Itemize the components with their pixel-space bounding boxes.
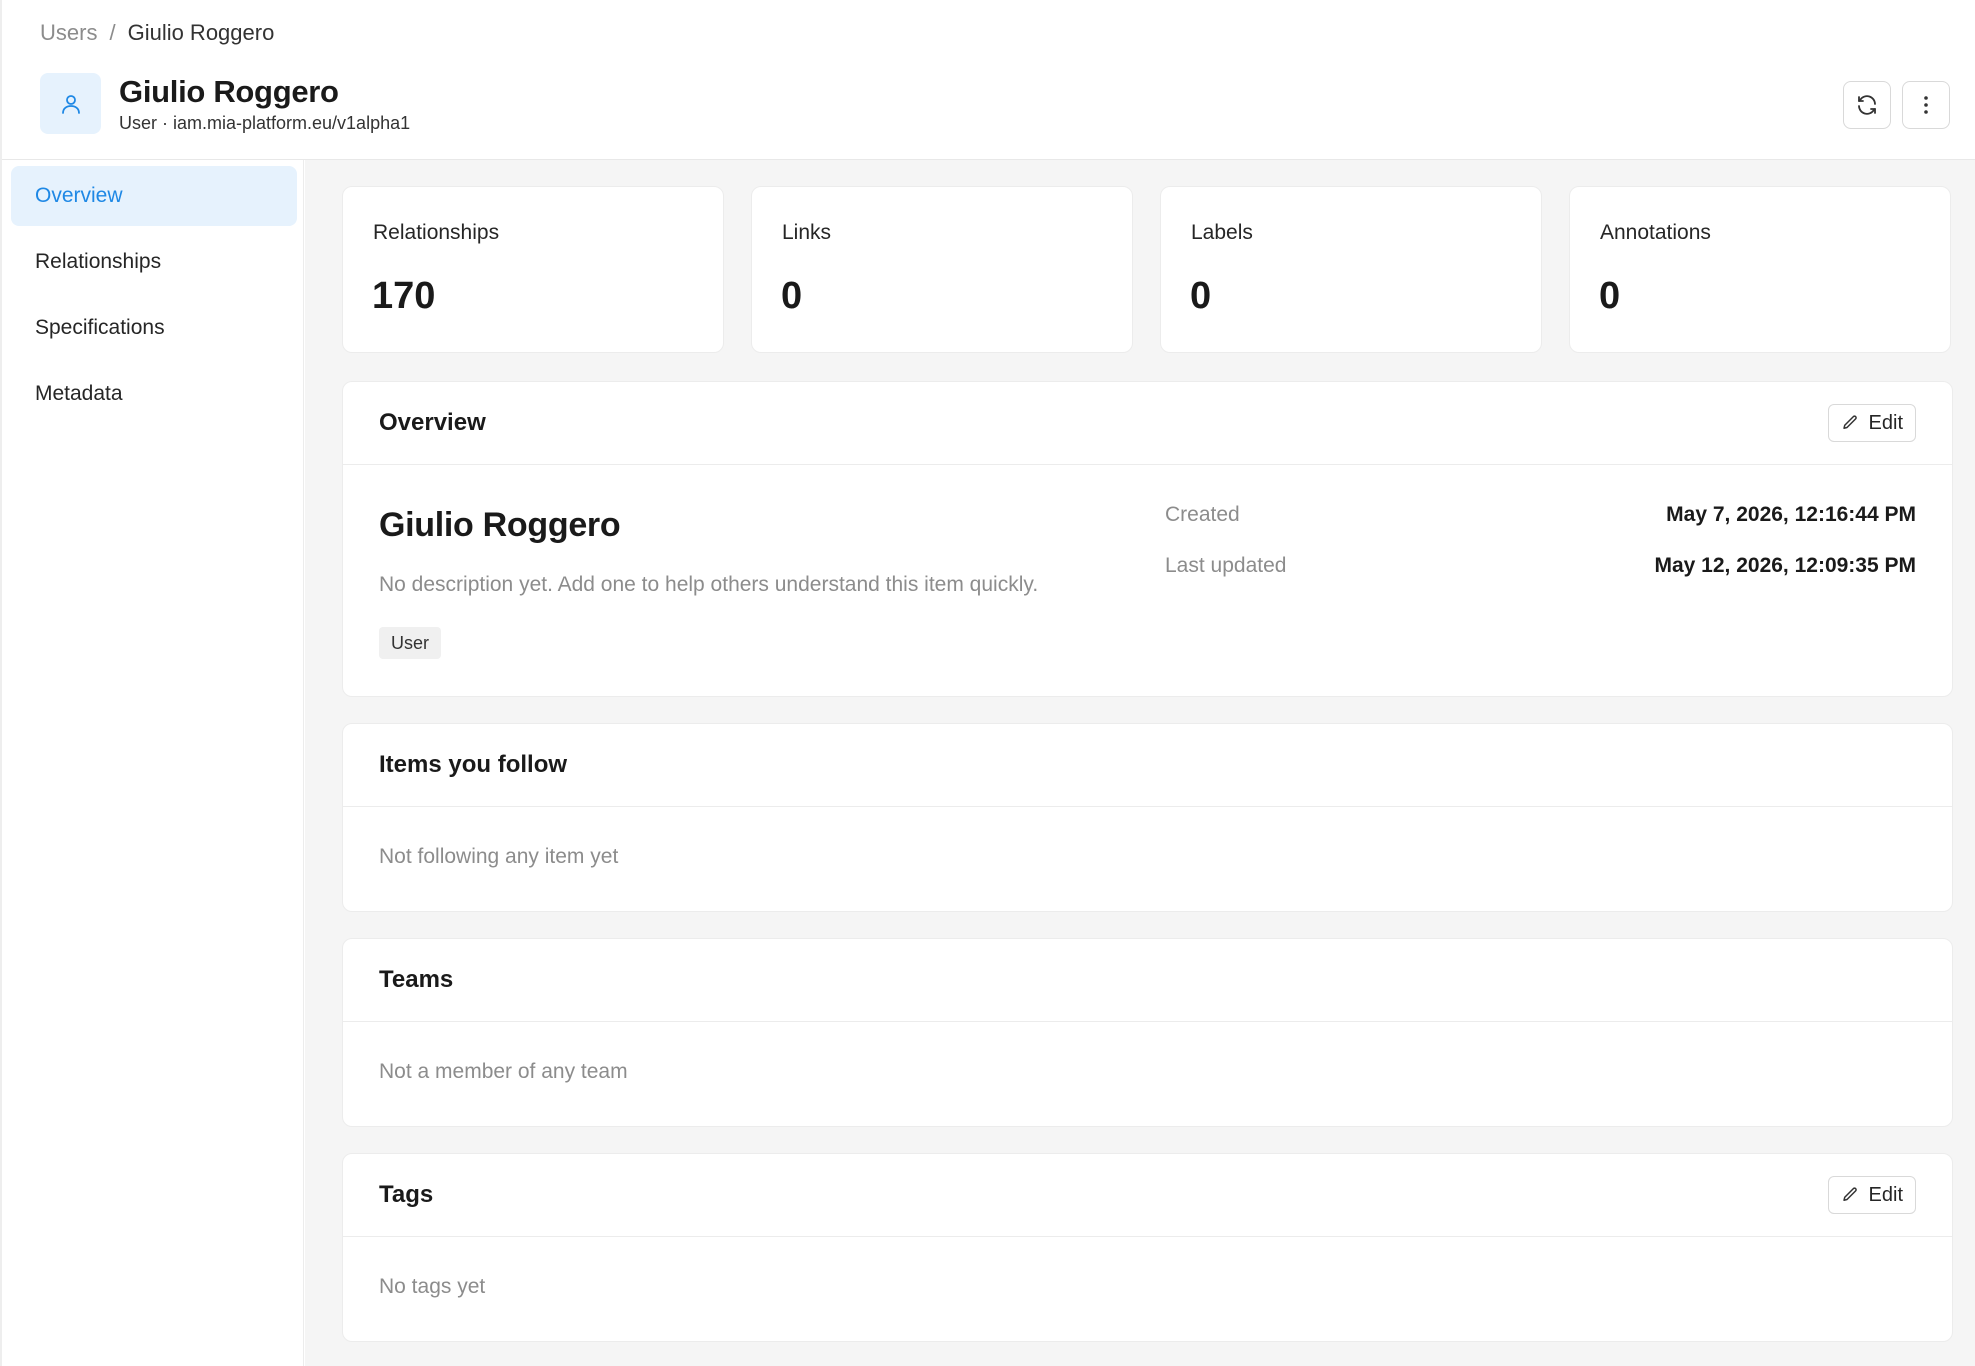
tags-panel: Tags Edit No tags yet [342, 1153, 1953, 1342]
pencil-icon [1842, 415, 1857, 429]
sidebar: Overview Relationships Specifications Me… [2, 160, 304, 1366]
breadcrumb: Users / Giulio Roggero [40, 20, 274, 46]
more-actions-button[interactable] [1902, 81, 1950, 129]
breadcrumb-current: Giulio Roggero [127, 20, 275, 45]
entity-description: No description yet. Add one to help othe… [379, 573, 1039, 596]
following-panel: Items you follow Not following any item … [342, 723, 1953, 912]
main-content: Relationships 170 Links 0 Labels 0 Annot… [305, 160, 1975, 1366]
stat-card-relationships: Relationships 170 [342, 186, 724, 353]
entity-name: Giulio Roggero [379, 506, 621, 544]
panel-header: Items you follow [343, 724, 1952, 807]
sidebar-item-metadata[interactable]: Metadata [11, 364, 297, 424]
panel-title: Items you follow [379, 751, 568, 778]
empty-state-text: Not a member of any team [379, 1060, 628, 1083]
panel-title: Tags [379, 1181, 434, 1208]
page-header: Users / Giulio Roggero Giulio Roggero Us… [2, 0, 1975, 160]
refresh-icon [1858, 95, 1876, 115]
kind-badge: User [379, 627, 442, 659]
updated-value: May 12, 2026, 12:09:35 PM [1654, 554, 1917, 577]
stat-value: 0 [781, 275, 803, 317]
created-value: May 7, 2026, 12:16:44 PM [1666, 503, 1916, 526]
entity-avatar [40, 73, 101, 134]
breadcrumb-separator: / [109, 20, 116, 45]
sidebar-item-label: Overview [35, 184, 123, 207]
page-title: Giulio Roggero [119, 74, 339, 109]
sidebar-item-specifications[interactable]: Specifications [11, 298, 297, 358]
app-window: Users / Giulio Roggero Giulio Roggero Us… [0, 0, 1975, 1366]
stat-value: 0 [1599, 275, 1621, 317]
stat-label: Relationships [373, 221, 500, 244]
page-subtitle: User · iam.mia-platform.eu/v1alpha1 [119, 113, 411, 133]
empty-state-text: No tags yet [379, 1275, 486, 1298]
edit-label: Edit [1868, 411, 1903, 434]
panel-header: Teams [343, 939, 1952, 1022]
user-icon [61, 94, 80, 114]
sidebar-item-label: Specifications [35, 316, 165, 339]
updated-label: Last updated [1165, 554, 1287, 577]
panel-header: Tags Edit [343, 1154, 1952, 1237]
sidebar-item-label: Metadata [35, 382, 123, 405]
stat-value: 170 [372, 275, 436, 317]
panel-title: Teams [379, 966, 454, 993]
empty-state-text: Not following any item yet [379, 845, 619, 868]
more-vertical-icon [1924, 96, 1928, 114]
sidebar-item-overview[interactable]: Overview [11, 166, 297, 226]
overview-panel: Overview Edit Giulio Roggero No descript… [342, 381, 1953, 697]
teams-panel: Teams Not a member of any team [342, 938, 1953, 1127]
refresh-button[interactable] [1843, 81, 1891, 129]
breadcrumb-users-link[interactable]: Users [40, 20, 97, 46]
panel-header: Overview Edit [343, 382, 1952, 465]
edit-label: Edit [1868, 1183, 1903, 1206]
sidebar-item-relationships[interactable]: Relationships [11, 232, 297, 292]
stat-value: 0 [1190, 275, 1212, 317]
stat-label: Links [782, 221, 832, 244]
stat-card-links: Links 0 [751, 186, 1133, 353]
pencil-icon [1842, 1187, 1857, 1201]
stat-label: Annotations [1600, 221, 1711, 244]
stat-card-labels: Labels 0 [1160, 186, 1542, 353]
created-label: Created [1165, 503, 1240, 526]
panel-title: Overview [379, 409, 486, 436]
stat-card-annotations: Annotations 0 [1569, 186, 1951, 353]
stat-label: Labels [1191, 221, 1253, 244]
edit-overview-button[interactable]: Edit [1827, 404, 1916, 442]
sidebar-item-label: Relationships [35, 250, 162, 273]
edit-tags-button[interactable]: Edit [1827, 1176, 1916, 1214]
